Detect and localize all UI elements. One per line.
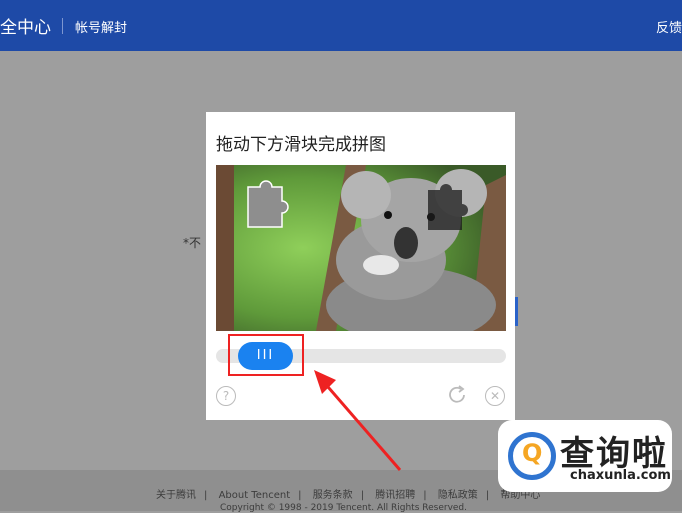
footer-links: 关于腾讯 | About Tencent | 服务条款 | 腾讯招聘 | 隐私政策 | 帮… — [156, 490, 541, 501]
footer-link[interactable]: 服务条款 — [313, 490, 353, 501]
feedback-link[interactable]: 反馈 — [656, 17, 682, 36]
footer-link[interactable]: 腾讯招聘 — [375, 490, 415, 501]
close-icon[interactable]: ✕ — [485, 386, 505, 406]
watermark-logo: Q 查询啦 chaxunla.com — [498, 420, 672, 492]
footer-link[interactable]: 关于腾讯 — [156, 490, 196, 501]
question-icon[interactable]: ? — [216, 386, 236, 406]
annotation-highlight-box — [228, 334, 304, 376]
header-subtitle[interactable]: 帐号解封 — [75, 17, 127, 36]
header-title: 全中心 — [0, 18, 51, 38]
header-separator — [62, 18, 63, 34]
background-notice-text: *不 — [183, 236, 202, 250]
annotation-arrow-icon — [314, 370, 402, 471]
footer-link[interactable]: 隐私政策 — [438, 490, 478, 501]
top-bar: 全中心 帐号解封 反馈 — [0, 0, 682, 51]
footer-copyright: Copyright © 1998 - 2019 Tencent. All Rig… — [220, 503, 468, 513]
refresh-icon[interactable] — [446, 384, 468, 406]
footer-link[interactable]: About Tencent — [219, 490, 291, 501]
puzzle-image — [216, 165, 506, 331]
magnifier-logo-icon: Q — [508, 432, 556, 480]
captcha-title: 拖动下方滑块完成拼图 — [216, 135, 386, 155]
watermark-domain: chaxunla.com — [570, 468, 671, 483]
